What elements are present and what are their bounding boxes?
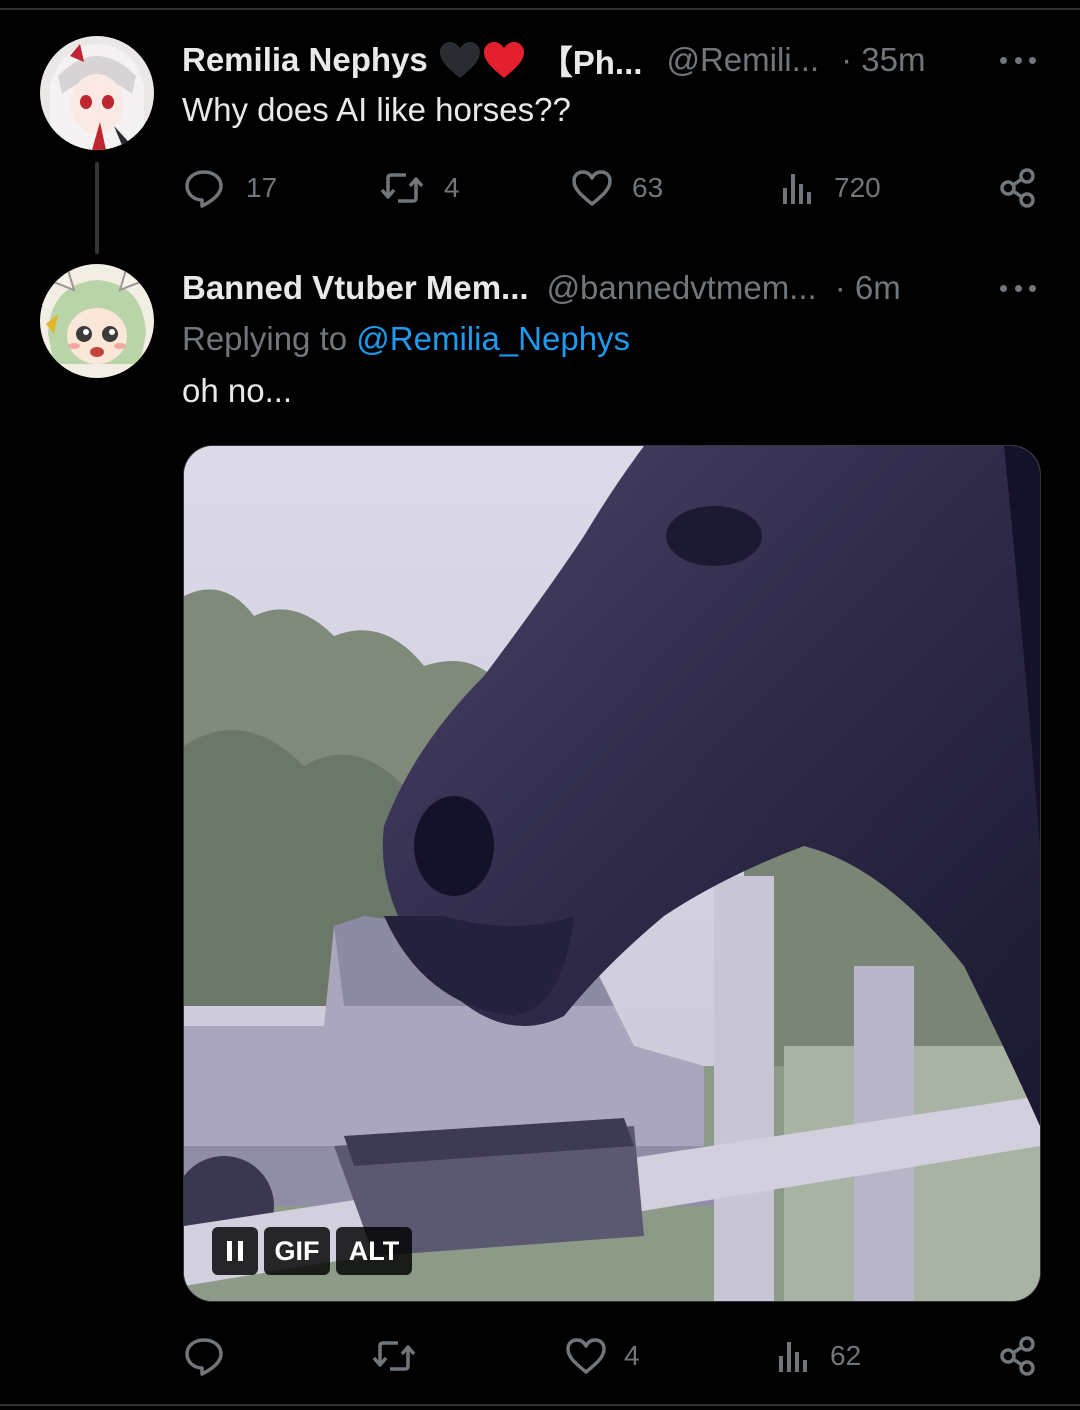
divider-bottom <box>0 1404 1080 1406</box>
tweet1-heart-emojis <box>438 40 526 80</box>
red-heart-icon <box>483 42 524 78</box>
tweet1-view-count: 720 <box>834 172 881 203</box>
thread-connector <box>95 162 99 254</box>
tweet1-text: Why does AI like horses?? <box>182 91 571 128</box>
tweet1-name-suffix[interactable]: 【Ph... <box>540 36 643 84</box>
tweet1-like-button[interactable]: 63 <box>570 166 663 210</box>
heart-outline-icon <box>572 170 612 206</box>
tweet2-handle[interactable]: @bannedvtmem... <box>547 269 817 307</box>
tweet1-share-button[interactable] <box>998 166 1038 210</box>
tweet1-more-icon[interactable] <box>1000 40 1036 80</box>
repost-icon <box>372 1341 416 1371</box>
tweet1-display-name[interactable]: Remilia Nephys <box>182 41 428 79</box>
tweet1-actions: 17 4 63 720 <box>182 166 1042 210</box>
replying-to-label: Replying to <box>182 320 348 357</box>
horse-gif <box>184 446 1040 1301</box>
avatar-banned-vtuber[interactable] <box>40 264 154 378</box>
tweet2-display-name[interactable]: Banned Vtuber Mem... <box>182 269 529 307</box>
tweet2-media-gif[interactable]: GIF ALT <box>183 445 1041 1302</box>
gif-badge: GIF <box>264 1227 330 1275</box>
divider-top <box>0 8 1080 10</box>
gif-controls: GIF ALT <box>212 1227 412 1275</box>
tweet2-timestamp[interactable]: · 6m <box>835 269 901 307</box>
tweet1-handle[interactable]: @Remili... <box>666 41 819 79</box>
replying-to-mention[interactable]: @Remilia_Nephys <box>356 320 630 357</box>
reply-icon <box>185 1338 223 1376</box>
tweet2-views-button[interactable]: 62 <box>774 1334 861 1378</box>
tweet1-header: Remilia Nephys 【Ph... @Remili... · 35m <box>182 40 926 81</box>
tweet2-actions: 4 62 <box>182 1334 1042 1378</box>
black-heart-icon <box>439 42 480 78</box>
tweet2-header: Banned Vtuber Mem... @bannedvtmem... · 6… <box>182 268 901 308</box>
repost-icon <box>380 173 424 203</box>
tweet1-reply-count: 17 <box>246 172 278 203</box>
tweet1-timestamp[interactable]: · 35m <box>841 41 925 79</box>
tweet1-like-count: 63 <box>632 172 664 203</box>
pause-button[interactable] <box>212 1227 258 1275</box>
views-icon <box>783 174 811 204</box>
tweet2-share-button[interactable] <box>998 1334 1038 1378</box>
tweet1-reply-button[interactable]: 17 <box>182 166 277 210</box>
tweet1-repost-count: 4 <box>444 172 460 203</box>
tweet2-replying-line: Replying to @Remilia_Nephys <box>182 320 630 358</box>
heart-outline-icon <box>566 1338 606 1374</box>
reply-icon <box>185 170 223 208</box>
tweet1-repost-button[interactable]: 4 <box>378 166 460 210</box>
tweet2-like-button[interactable]: 4 <box>564 1334 640 1378</box>
share-icon <box>1000 168 1035 208</box>
tweet2-like-count: 4 <box>624 1340 640 1371</box>
tweet1-views-button[interactable]: 720 <box>778 166 881 210</box>
tweet2-view-count: 62 <box>830 1340 862 1371</box>
tweet2-reply-button[interactable] <box>182 1334 252 1378</box>
timeline: Remilia Nephys 【Ph... @Remili... · 35m W… <box>0 0 1080 1410</box>
views-icon <box>779 1342 807 1372</box>
tweet2-text: oh no... <box>182 372 293 409</box>
avatar-remilia[interactable] <box>40 36 154 150</box>
alt-text-button[interactable]: ALT <box>336 1227 412 1275</box>
tweet2-more-icon[interactable] <box>1000 268 1036 308</box>
share-icon <box>1000 1336 1035 1376</box>
tweet2-repost-button[interactable] <box>370 1334 444 1378</box>
